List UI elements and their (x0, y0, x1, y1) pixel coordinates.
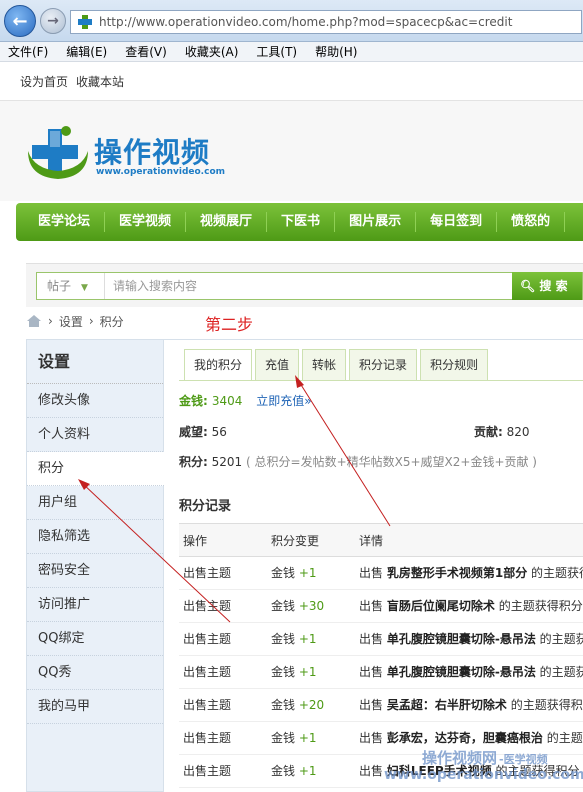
browser-toolbar: ← → http://www.operationvideo.com/home.p… (0, 0, 583, 42)
header-change: 积分变更 (271, 534, 320, 548)
site-favicon-icon (77, 14, 93, 30)
breadcrumb-credit: 积分 (99, 314, 124, 329)
sidebar-item-password[interactable]: 密码安全 (27, 554, 163, 588)
breadcrumb-sep: › (48, 314, 53, 328)
search-icon: 🔍︎ (520, 279, 536, 293)
topic-link[interactable]: 盲肠后位阑尾切除术 (387, 599, 495, 613)
address-bar[interactable]: http://www.operationvideo.com/home.php?m… (70, 10, 582, 34)
settings-sidebar: 设置 修改头像 个人资料 积分 用户组 隐私筛选 密码安全 访问推广 QQ绑定 … (26, 339, 164, 792)
search-button[interactable]: 🔍︎ 搜 索 (512, 272, 582, 300)
set-homepage-link[interactable]: 设为首页 (20, 73, 68, 90)
credit-panel: 我的积分 充值 转帐 积分记录 积分规则 金钱: 3404 立即充值» 威望: 5… (164, 339, 583, 792)
contribution-stat: 贡献: 820 (474, 425, 530, 439)
search-box: 帖子 ▼ 请输入搜索内容 🔍︎ 搜 索 (36, 272, 583, 300)
points-formula: ( 总积分=发帖数+精华帖数X5+威望X2+金钱+贡献 ) (246, 455, 537, 469)
logo-url: www.operationvideo.com (96, 167, 226, 177)
table-row: 出售主题 金钱 +1 出售 单孔腹腔镜胆囊切除-悬吊法 的主题获 (179, 656, 583, 689)
main-nav: 医学论坛 医学视频 视频展厅 下医书 图片展示 每日签到 愤怒的 (16, 203, 583, 241)
table-row: 出售主题 金钱 +30 出售 盲肠后位阑尾切除术 的主题获得积分 (179, 590, 583, 623)
site-header: 操作视频 www.operationvideo.com (0, 101, 583, 201)
logo-cross-icon (28, 126, 88, 179)
address-url[interactable]: http://www.operationvideo.com/home.php?m… (99, 15, 512, 29)
money-value: 3404 (211, 394, 243, 408)
site-topbar: 设为首页 收藏本站 (0, 63, 583, 101)
sidebar-item-vest[interactable]: 我的马甲 (27, 690, 163, 724)
forward-button[interactable]: → (40, 8, 66, 34)
breadcrumb: › 设置 › 积分 (26, 310, 130, 332)
table-row: 出售主题 金钱 +1 出售 单孔腹腔镜胆囊切除-悬吊法 的主题获 (179, 623, 583, 656)
topic-link[interactable]: 吴孟超：右半肝切除术 (387, 698, 507, 712)
site-logo[interactable]: 操作视频 www.operationvideo.com (22, 121, 242, 185)
nav-video-hall[interactable]: 视频展厅 (186, 212, 268, 232)
menu-bar: 文件(F) 编辑(E) 查看(V) 收藏夹(A) 工具(T) 帮助(H) (0, 42, 583, 62)
points-label: 积分: (179, 455, 208, 469)
menu-favorites[interactable]: 收藏夹(A) (185, 43, 239, 60)
table-row: 出售主题 金钱 +1 出售 乳房整形手术视频第1部分 的主题获得 (179, 557, 583, 590)
menu-help[interactable]: 帮助(H) (315, 43, 357, 60)
forward-arrow-icon: → (47, 13, 59, 29)
logo-title: 操作视频 (94, 136, 211, 169)
sidebar-item-privacy[interactable]: 隐私筛选 (27, 520, 163, 554)
watermark-title: 操作视频网 -医学视频 (422, 749, 548, 767)
table-header: 操作 积分变更 详情 (179, 523, 583, 557)
breadcrumb-sep: › (88, 314, 94, 328)
home-icon[interactable] (26, 314, 42, 328)
tab-credit-rules[interactable]: 积分规则 (420, 349, 489, 381)
tab-transfer[interactable]: 转帐 (302, 349, 347, 381)
back-button[interactable]: ← (4, 5, 36, 37)
tab-recharge[interactable]: 充值 (255, 349, 300, 381)
sidebar-title: 设置 (27, 340, 163, 384)
menu-file[interactable]: 文件(F) (8, 43, 48, 60)
bookmark-site-link[interactable]: 收藏本站 (76, 73, 124, 90)
prestige-stat: 威望: 56 (179, 425, 227, 439)
nav-image-gallery[interactable]: 图片展示 (335, 212, 417, 232)
breadcrumb-settings[interactable]: 设置 (59, 313, 83, 330)
topic-link[interactable]: 单孔腹腔镜胆囊切除-悬吊法 (387, 632, 536, 646)
menu-edit[interactable]: 编辑(E) (66, 43, 107, 60)
search-area: 帖子 ▼ 请输入搜索内容 🔍︎ 搜 索 (26, 263, 583, 307)
sidebar-item-credit[interactable]: 积分 (27, 452, 164, 486)
money-row: 金钱: 3404 立即充值» (179, 392, 312, 409)
watermark-url: www.operationvideo.com (384, 767, 583, 783)
header-detail: 详情 (359, 534, 384, 548)
nav-daily-checkin[interactable]: 每日签到 (416, 212, 498, 232)
tab-credit-log[interactable]: 积分记录 (349, 349, 418, 381)
nav-download-books[interactable]: 下医书 (267, 212, 336, 232)
back-arrow-icon: ← (12, 10, 28, 32)
sidebar-item-promotion[interactable]: 访问推广 (27, 588, 163, 622)
sidebar-item-profile[interactable]: 个人资料 (27, 418, 163, 452)
nav-angry[interactable]: 愤怒的 (497, 212, 566, 232)
sidebar-item-qq-show[interactable]: QQ秀 (27, 656, 163, 690)
points-row: 积分: 5201 ( 总积分=发帖数+精华帖数X5+威望X2+金钱+贡献 ) (179, 453, 537, 470)
tab-divider (179, 380, 583, 381)
dropdown-arrow-icon: ▼ (81, 283, 88, 293)
money-label: 金钱: (179, 394, 208, 408)
menu-view[interactable]: 查看(V) (125, 43, 167, 60)
recharge-link[interactable]: 立即充值» (256, 394, 311, 408)
records-title: 积分记录 (179, 499, 232, 514)
points-value: 5201 (211, 455, 243, 469)
search-input[interactable]: 请输入搜索内容 (113, 273, 197, 299)
nav-medical-forum[interactable]: 医学论坛 (16, 212, 106, 232)
search-type-select[interactable]: 帖子 ▼ (37, 273, 105, 299)
topic-link[interactable]: 乳房整形手术视频第1部分 (387, 566, 527, 580)
topic-link[interactable]: 彭承宏，达芬奇，胆囊癌根治 (387, 731, 543, 745)
tab-my-credit[interactable]: 我的积分 (184, 349, 253, 381)
credit-tabs: 我的积分 充值 转帐 积分记录 积分规则 (184, 349, 491, 381)
sidebar-item-qq-bind[interactable]: QQ绑定 (27, 622, 163, 656)
sidebar-item-usergroup[interactable]: 用户组 (27, 486, 163, 520)
menu-tools[interactable]: 工具(T) (256, 43, 297, 60)
header-operation: 操作 (183, 534, 208, 548)
nav-medical-video[interactable]: 医学视频 (105, 212, 187, 232)
watermark: 操作视频网 -医学视频 www.operationvideo.com (380, 747, 583, 792)
step-annotation: 第二步 (205, 315, 254, 334)
sidebar-item-avatar[interactable]: 修改头像 (27, 384, 163, 418)
table-row: 出售主题 金钱 +20 出售 吴孟超：右半肝切除术 的主题获得积 (179, 689, 583, 722)
topic-link[interactable]: 单孔腹腔镜胆囊切除-悬吊法 (387, 665, 536, 679)
